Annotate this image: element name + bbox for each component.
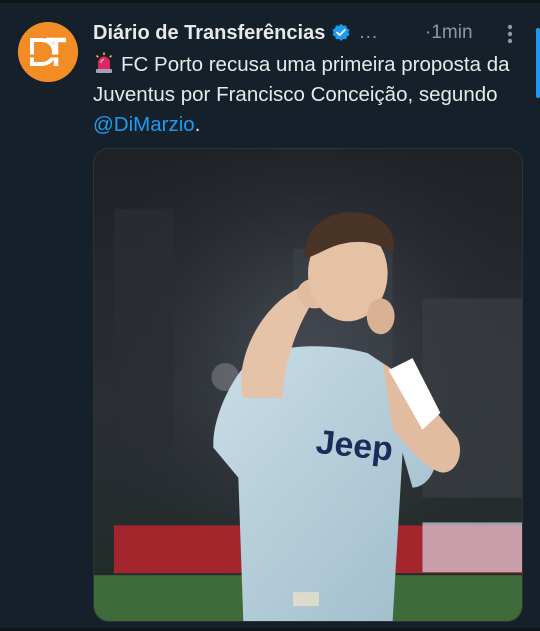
verified-badge-icon bbox=[331, 23, 351, 43]
tweet-trailing: . bbox=[194, 113, 201, 136]
account-name[interactable]: Diário de Transferências bbox=[93, 22, 325, 45]
top-divider bbox=[0, 0, 540, 3]
tweet-header: Diário de Transferências ... bbox=[93, 19, 378, 47]
avatar[interactable] bbox=[18, 22, 78, 82]
tweet-timestamp[interactable]: ·1min bbox=[425, 22, 473, 44]
scroll-indicator bbox=[536, 28, 540, 98]
avatar-logo-icon bbox=[18, 22, 78, 82]
time-value: 1min bbox=[431, 22, 473, 43]
siren-icon bbox=[93, 52, 115, 74]
mention-link[interactable]: @DiMarzio bbox=[93, 113, 195, 136]
account-handle[interactable]: ... bbox=[359, 22, 378, 44]
more-options-icon[interactable] bbox=[500, 22, 520, 46]
tweet-text: FC Porto recusa uma primeira proposta da… bbox=[93, 50, 523, 140]
tweet-body: FC Porto recusa uma primeira proposta da… bbox=[93, 53, 510, 106]
shirt-sponsor: Jeep bbox=[314, 423, 395, 469]
tweet-media-photo[interactable]: Jeep bbox=[93, 148, 523, 622]
